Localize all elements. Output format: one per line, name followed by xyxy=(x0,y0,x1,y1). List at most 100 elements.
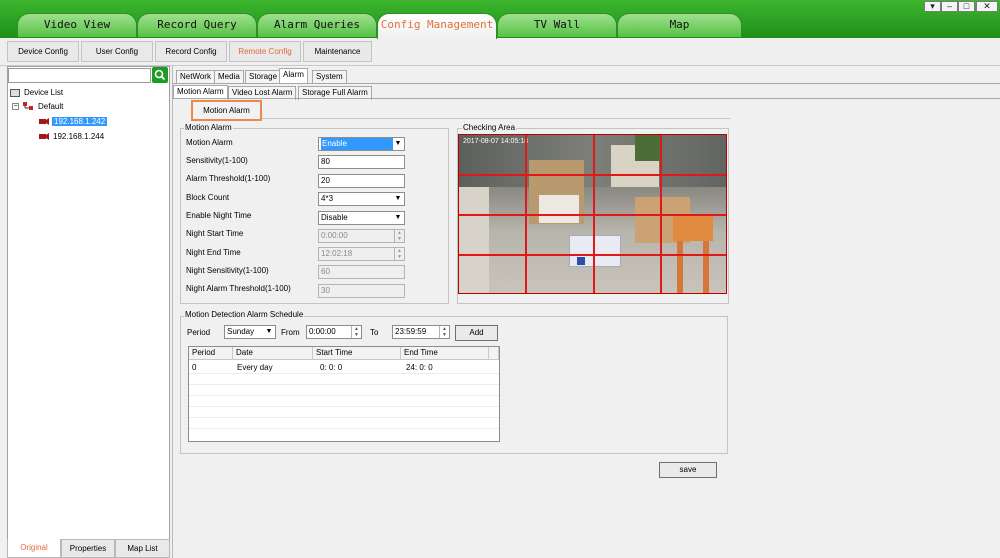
cell-start-time: 0: 0: 0 xyxy=(320,363,343,372)
camera-timestamp: 2017-08-07 14:05:18 xyxy=(463,138,528,145)
add-button[interactable]: Add xyxy=(455,325,498,341)
tab-original[interactable]: Original xyxy=(7,539,61,558)
to-time-input[interactable]: 23:59:59 ▲ ▼ xyxy=(392,325,450,339)
row-divider xyxy=(189,395,499,396)
tree-device-1[interactable]: 192.168.1.242 xyxy=(52,117,108,126)
column-header-period[interactable]: Period xyxy=(189,347,233,360)
night-sensitivity-label: Night Sensitivity(1-100) xyxy=(186,266,269,275)
minimize-icon[interactable]: – xyxy=(941,1,958,12)
remote-config-button[interactable]: Remote Config xyxy=(229,41,301,62)
column-header-start-time[interactable]: Start Time xyxy=(313,347,401,360)
spinner-icon: ▲ ▼ xyxy=(394,230,404,242)
close-icon[interactable]: ✕ xyxy=(976,1,998,12)
cell-date: Every day xyxy=(237,363,273,372)
alarm-threshold-input[interactable]: 20 xyxy=(318,174,405,188)
search-icon[interactable] xyxy=(152,67,168,83)
tab-network[interactable]: NetWork xyxy=(176,70,215,84)
tab-properties[interactable]: Properties xyxy=(61,539,115,558)
night-end-time-label: Night End Time xyxy=(186,248,241,257)
schedule-table[interactable]: Period Date Start Time End Time 0 Every … xyxy=(188,346,500,442)
schedule-group-title: Motion Detection Alarm Schedule xyxy=(184,310,305,319)
chevron-down-icon: ▼ xyxy=(394,195,402,202)
column-header-date[interactable]: Date xyxy=(233,347,313,360)
block-count-label: Block Count xyxy=(186,193,230,202)
period-label: Period xyxy=(187,328,211,337)
chevron-down-icon: ▼ xyxy=(265,328,273,335)
save-button[interactable]: save xyxy=(659,462,717,478)
menu-icon[interactable]: ▾ xyxy=(924,1,941,12)
tab-map-list[interactable]: Map List xyxy=(115,539,170,558)
tab-media[interactable]: Media xyxy=(214,70,244,84)
motion-alarm-group-title: Motion Alarm xyxy=(184,123,233,132)
tree-device-2[interactable]: 192.168.1.244 xyxy=(53,132,104,141)
column-header-end-time[interactable]: End Time xyxy=(401,347,489,360)
motion-alarm-button[interactable]: Motion Alarm xyxy=(191,100,262,121)
device-config-button[interactable]: Device Config xyxy=(7,41,79,62)
checking-area-title: Checking Area xyxy=(462,123,517,132)
night-start-time-label: Night Start Time xyxy=(186,229,244,238)
motion-alarm-label: Motion Alarm xyxy=(186,138,233,147)
cell-end-time: 24: 0: 0 xyxy=(406,363,433,372)
maintenance-button[interactable]: Maintenance xyxy=(303,41,372,62)
column-header-spacer xyxy=(489,347,499,360)
tree-group-default[interactable]: Default xyxy=(38,102,63,111)
camera-icon xyxy=(39,117,49,126)
scene-stool xyxy=(673,215,713,241)
tab-video-view[interactable]: Video View xyxy=(17,13,137,37)
spinner-icon[interactable]: ▲ ▼ xyxy=(439,326,449,338)
record-config-button[interactable]: Record Config xyxy=(155,41,227,62)
collapse-icon[interactable]: − xyxy=(12,103,19,110)
camera-preview[interactable]: 2017-08-07 14:05:18 xyxy=(458,134,727,294)
chevron-down-icon: ▼ xyxy=(394,140,402,147)
scene-box xyxy=(539,195,579,223)
alarm-threshold-label: Alarm Threshold(1-100) xyxy=(186,174,271,183)
night-sensitivity-input[interactable]: 60 xyxy=(318,265,405,279)
tree-root-label[interactable]: Device List xyxy=(24,88,63,97)
night-end-time-input[interactable]: 12:02:18 ▲ ▼ xyxy=(318,247,405,261)
scene-stool-leg xyxy=(703,241,709,293)
tab-map[interactable]: Map xyxy=(617,13,742,37)
device-search-input[interactable] xyxy=(8,68,151,83)
tab-system[interactable]: System xyxy=(312,70,347,84)
night-alarm-threshold-input[interactable]: 30 xyxy=(318,284,405,298)
grid-line xyxy=(459,254,726,256)
user-config-button[interactable]: User Config xyxy=(81,41,153,62)
period-select[interactable]: Sunday ▼ xyxy=(224,325,276,339)
cell-period: 0 xyxy=(192,363,197,372)
sensitivity-input[interactable]: 80 xyxy=(318,155,405,169)
motion-alarm-select[interactable]: Enable ▼ xyxy=(318,137,405,151)
scene-stool-leg xyxy=(677,241,683,293)
enable-night-time-label: Enable Night Time xyxy=(186,211,252,220)
config-toolbar: Device Config User Config Record Config … xyxy=(0,38,1000,66)
scene-label xyxy=(577,257,585,265)
maximize-icon[interactable]: □ xyxy=(958,1,975,12)
spinner-icon[interactable]: ▲ ▼ xyxy=(351,326,361,338)
spinner-icon: ▲ ▼ xyxy=(394,248,404,260)
to-label: To xyxy=(370,328,379,337)
enable-night-time-select[interactable]: Disable ▼ xyxy=(318,211,405,225)
sensitivity-label: Sensitivity(1-100) xyxy=(186,156,248,165)
tab-tv-wall[interactable]: TV Wall xyxy=(497,13,617,37)
scene-plant xyxy=(635,135,661,161)
block-count-select[interactable]: 4*3 ▼ xyxy=(318,192,405,206)
grid-line xyxy=(459,174,726,176)
grid-line xyxy=(459,214,726,216)
from-time-input[interactable]: 0:00:00 ▲ ▼ xyxy=(306,325,362,339)
tab-alarm-queries[interactable]: Alarm Queries xyxy=(257,13,377,37)
device-list-icon xyxy=(10,89,20,97)
tab-config-management[interactable]: Config Management xyxy=(377,13,497,39)
tab-divider xyxy=(172,83,1000,84)
row-divider xyxy=(189,406,499,407)
subtab-divider xyxy=(172,98,1000,99)
from-label: From xyxy=(281,328,300,337)
night-alarm-threshold-label: Night Alarm Threshold(1-100) xyxy=(186,284,291,293)
camera-icon xyxy=(39,132,49,141)
row-divider xyxy=(189,428,499,429)
night-start-time-input[interactable]: 0:00:00 ▲ ▼ xyxy=(318,229,405,243)
tab-record-query[interactable]: Record Query xyxy=(137,13,257,37)
tab-storage[interactable]: Storage xyxy=(245,70,282,84)
main-tab-bar: Video View Record Query Alarm Queries Co… xyxy=(0,0,1000,39)
tab-motion-alarm[interactable]: Motion Alarm xyxy=(173,85,228,99)
row-divider xyxy=(189,417,499,418)
tab-alarm[interactable]: Alarm xyxy=(279,68,308,84)
